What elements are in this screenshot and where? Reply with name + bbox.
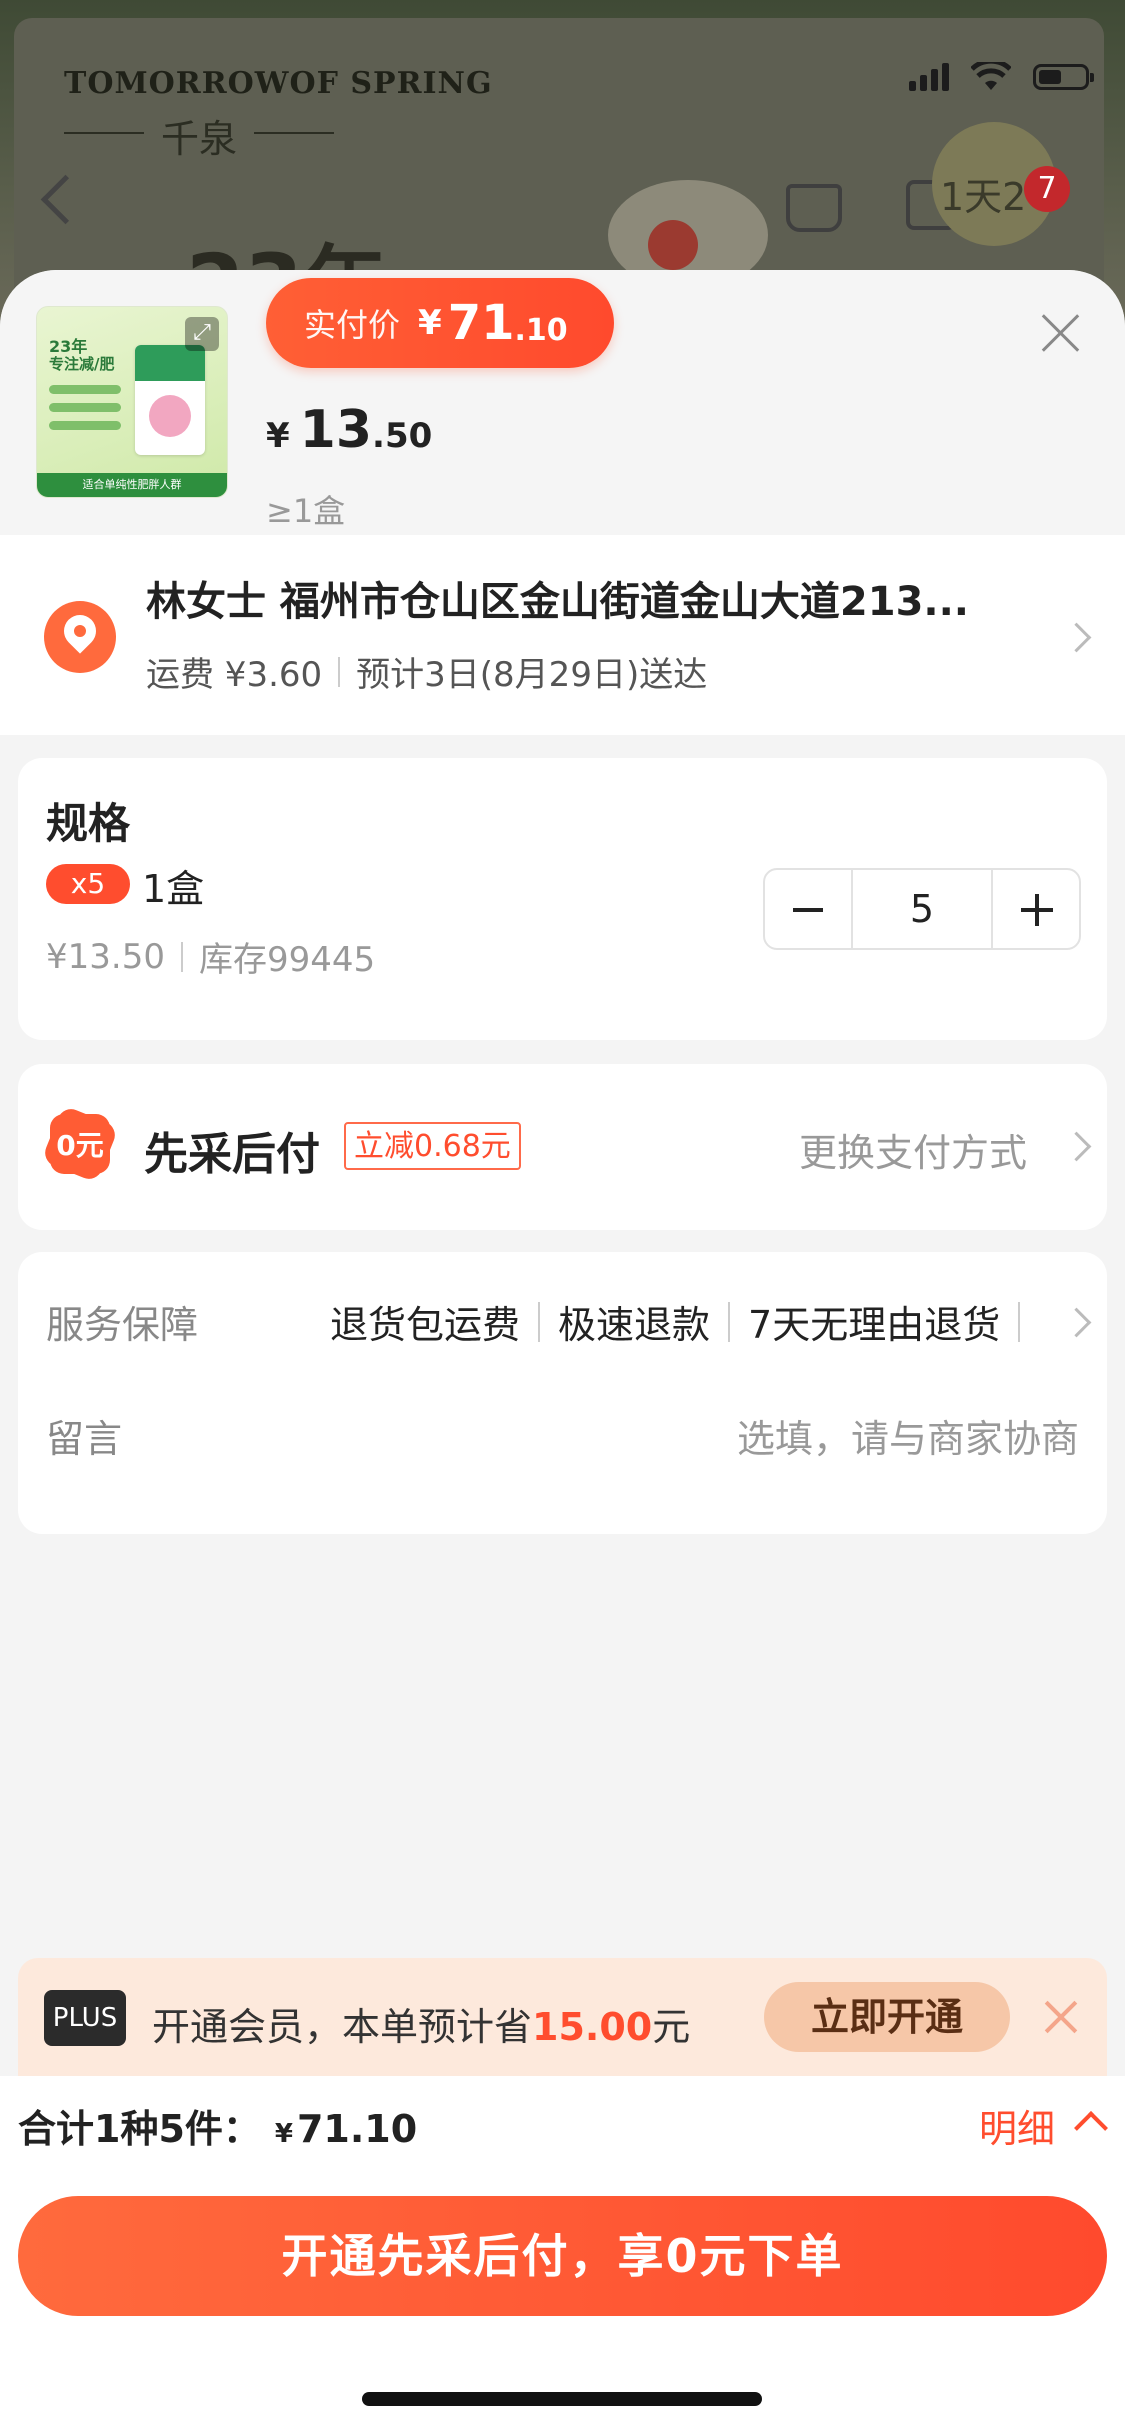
total-currency: ¥ — [274, 2119, 293, 2149]
pay-later-icon: 0元 — [40, 1104, 120, 1184]
discount-tag: 立减0.68元 — [344, 1122, 521, 1170]
thumbnail-line — [49, 421, 121, 430]
spec-title: 规格 — [46, 799, 131, 848]
wifi-icon — [971, 62, 1011, 90]
quantity-input[interactable]: 5 — [851, 870, 993, 948]
plus-savings-amount: 15.00 — [532, 2005, 653, 2049]
plus-promo-text: 开通会员，本单预计省15.00元 — [152, 2005, 691, 2049]
background-brand: TOMORROWOF SPRING — [64, 66, 493, 101]
divider — [1018, 1301, 1021, 1342]
order-sheet: 23年 专注减/肥 ⤢ 适合单纯性肥胖人群 实付价 ¥ 71 .10 ¥ 13 … — [0, 270, 1125, 2436]
submit-order-button[interactable]: 开通先采后付，享0元下单 — [18, 2196, 1107, 2316]
chevron-right-icon — [1061, 1131, 1092, 1162]
thumbnail-text-2: 专注减/肥 — [49, 355, 115, 373]
background-promo-text: 1天2 — [940, 175, 1027, 219]
checkout-bar: 合计1种5件： ¥ 71.10 明细 开通先采后付，享0元下单 — [0, 2076, 1125, 2436]
min-quantity: ≥1盒 — [266, 492, 346, 530]
thumbnail-package — [135, 345, 205, 455]
address-text: 林女士 福州市仓山区金山街道金山大道213... — [146, 579, 970, 625]
paid-price-currency: ¥ — [418, 303, 442, 343]
notification-badge: 7 — [1024, 166, 1070, 212]
divider — [180, 941, 183, 972]
service-item: 7天无理由退货 — [748, 1303, 1001, 1347]
total-value: 71.10 — [296, 2107, 418, 2151]
expand-icon[interactable]: ⤢ — [185, 317, 219, 351]
sheet-header: 23年 专注减/肥 ⤢ 适合单纯性肥胖人群 实付价 ¥ 71 .10 ¥ 13 … — [0, 270, 1125, 535]
quantity-stepper: 5 — [763, 868, 1081, 950]
chevron-up-icon[interactable] — [1074, 2111, 1108, 2145]
status-bar — [909, 62, 1094, 92]
spec-card: 规格 x5 1盒 ¥13.50 库存99445 5 — [18, 758, 1107, 1040]
close-icon[interactable] — [1040, 312, 1082, 354]
divider — [538, 1301, 541, 1342]
home-indicator — [362, 2392, 762, 2406]
memo-label: 留言 — [46, 1417, 123, 1461]
unit-price: ¥ 13 .50 — [266, 400, 432, 460]
service-items[interactable]: 退货包运费 极速退款 7天无理由退货 — [330, 1294, 1038, 1349]
spec-price: ¥13.50 — [46, 936, 165, 977]
address-row[interactable]: 林女士 福州市仓山区金山街道金山大道213... 运费 ¥3.60 预计3日(8… — [0, 535, 1125, 735]
chevron-right-icon — [1061, 1307, 1092, 1338]
battery-icon — [1033, 64, 1094, 90]
paid-price-integer: 71 — [447, 295, 515, 351]
memo-input[interactable]: 选填，请与商家协商 — [737, 1408, 1079, 1463]
close-icon[interactable] — [1044, 2000, 1078, 2034]
cart-icon — [786, 184, 842, 232]
thumbnail-line — [49, 403, 121, 412]
shipping-fee: 运费 ¥3.60 — [146, 655, 323, 695]
service-card: 服务保障 退货包运费 极速退款 7天无理由退货 留言 选填，请与商家协商 — [18, 1252, 1107, 1534]
service-item: 极速退款 — [558, 1303, 711, 1347]
order-total: 合计1种5件： ¥ 71.10 — [18, 2098, 417, 2153]
spec-meta: ¥13.50 库存99445 — [46, 932, 375, 981]
delivery-info: 运费 ¥3.60 预计3日(8月29日)送达 — [146, 647, 707, 696]
thumbnail-line — [49, 385, 121, 394]
unit-price-currency: ¥ — [266, 416, 290, 456]
thumbnail-footer: 适合单纯性肥胖人群 — [37, 473, 227, 497]
open-membership-button[interactable]: 立即开通 — [764, 1982, 1010, 2052]
total-label: 合计1种5件： — [18, 2107, 261, 2151]
change-payment-link[interactable]: 更换支付方式 — [799, 1122, 1027, 1177]
payment-card[interactable]: 0元 先采后付 立减0.68元 更换支付方式 — [18, 1064, 1107, 1230]
location-icon — [44, 601, 116, 673]
delivery-eta: 预计3日(8月29日)送达 — [356, 655, 708, 695]
product-thumbnail[interactable]: 23年 专注减/肥 ⤢ 适合单纯性肥胖人群 — [36, 306, 228, 498]
background-brand-sub: 千泉 — [64, 108, 334, 163]
paid-price-decimal: .10 — [514, 312, 568, 348]
quantity-badge: x5 — [46, 864, 130, 904]
increase-button[interactable] — [993, 870, 1079, 948]
decrease-button[interactable] — [765, 870, 851, 948]
plus-badge: PLUS — [44, 1990, 126, 2046]
signal-icon — [909, 63, 949, 91]
paid-price-label: 实付价 — [304, 306, 401, 344]
spec-option-name[interactable]: 1盒 — [142, 858, 204, 913]
divider — [728, 1301, 731, 1342]
unit-price-integer: 13 — [299, 400, 373, 460]
service-item: 退货包运费 — [330, 1303, 521, 1347]
spec-stock: 库存99445 — [198, 940, 376, 980]
service-label: 服务保障 — [46, 1303, 199, 1347]
paid-price-pill: 实付价 ¥ 71 .10 — [266, 278, 614, 368]
unit-price-decimal: .50 — [372, 416, 433, 456]
plus-membership-bar: PLUS 开通会员，本单预计省15.00元 立即开通 — [18, 1958, 1107, 2076]
detail-link[interactable]: 明细 — [979, 2098, 1055, 2153]
payment-title: 先采后付 — [144, 1129, 320, 1180]
divider — [338, 656, 341, 687]
chevron-right-icon — [1061, 622, 1092, 653]
